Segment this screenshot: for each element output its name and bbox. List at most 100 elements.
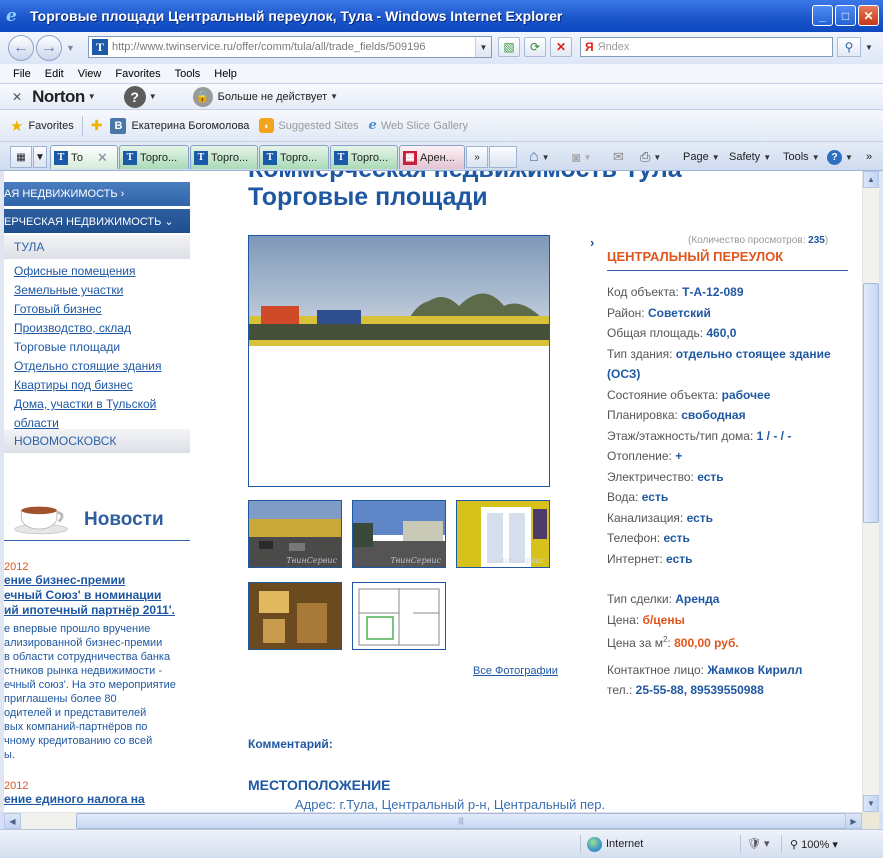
prop-price-m2: Цена за м2: 800,00 руб. xyxy=(607,635,739,650)
sidebar-link-business[interactable]: Готовый бизнес xyxy=(14,300,190,319)
url-text[interactable]: http://www.twinservice.ru/offer/comm/tul… xyxy=(112,41,425,53)
search-button[interactable]: ⚲ xyxy=(837,37,861,57)
sidebar-item-novomoskovsk[interactable]: НОВОМОСКОВСК xyxy=(4,429,190,453)
sidebar-link-houses[interactable]: Дома, участки в Тульской области xyxy=(14,395,190,433)
tab-2[interactable]: T Торго... xyxy=(119,145,189,169)
window-title: Торговые площади Центральный переулок, Т… xyxy=(30,8,563,24)
web-slice-gallery-link[interactable]: Web Slice Gallery xyxy=(381,120,468,132)
all-photos-link[interactable]: Все Фотографии xyxy=(473,665,558,677)
menu-tools[interactable]: Tools xyxy=(175,68,201,80)
security-zone[interactable]: Internet xyxy=(606,838,643,850)
help-dropdown[interactable]: ▼ xyxy=(149,92,157,101)
maximize-button[interactable]: □ xyxy=(835,5,856,26)
horizontal-scroll-thumb[interactable]: ||| xyxy=(76,813,846,829)
photo-thumbnail[interactable]: ТвинСервис xyxy=(456,500,550,568)
news-item: 2012 ение бизнес-премии ечный Союз' в но… xyxy=(4,561,190,762)
address-bar[interactable]: T http://www.twinservice.ru/offer/comm/t… xyxy=(88,36,492,58)
tab-current[interactable]: T То ✕ xyxy=(50,145,118,169)
sidebar-link-offices[interactable]: Офисные помещения xyxy=(14,262,190,281)
home-icon[interactable]: ⌂ ▼ xyxy=(529,146,550,168)
photo-thumbnail[interactable]: ТвинСервис xyxy=(248,500,342,568)
tab-4[interactable]: T Торго... xyxy=(259,145,329,169)
tab-list-dropdown[interactable]: ▼ xyxy=(33,146,47,168)
zoom-level[interactable]: ⚲ 100% ▾ xyxy=(790,838,838,851)
close-button[interactable]: ✕ xyxy=(858,5,879,26)
add-to-favorites-icon[interactable]: ✚ xyxy=(91,117,103,134)
stop-icon[interactable]: ✕ xyxy=(550,37,572,57)
compatibility-view-icon[interactable]: ▧ xyxy=(498,37,520,57)
menu-view[interactable]: View xyxy=(78,68,102,80)
photo-thumbnail[interactable] xyxy=(352,582,446,650)
prop-phone-line: Телефон: есть xyxy=(607,531,690,545)
tab-6[interactable]: ▦ Арен... xyxy=(399,145,465,169)
quick-tabs-icon[interactable]: ▦ xyxy=(10,146,32,168)
menu-file[interactable]: File xyxy=(13,68,31,80)
recent-pages-dropdown[interactable]: ▼ xyxy=(66,43,75,53)
news-headline-link[interactable]: ение единого налога на xyxy=(4,792,190,807)
scroll-right-button[interactable]: ▶ xyxy=(845,813,862,829)
vertical-scroll-thumb[interactable] xyxy=(863,283,879,523)
prop-floor: Этаж/этажность/тип дома: 1 / - / - xyxy=(607,428,792,443)
page-menu[interactable]: Page ▼ xyxy=(683,146,720,168)
address-dropdown[interactable]: ▼ xyxy=(475,37,491,57)
sidebar-item-residential[interactable]: АЯ НЕДВИЖИМОСТЬ › xyxy=(4,182,190,206)
sidebar-item-commercial[interactable]: ЕРЧЕСКАЯ НЕДВИЖИМОСТЬ ⌄ xyxy=(4,209,190,233)
norton-status-dropdown[interactable]: ▼ xyxy=(330,92,338,101)
back-button[interactable]: ← xyxy=(8,35,34,61)
prop-tel: тел.: 25-55-88, 89539550988 xyxy=(607,683,764,697)
close-tab-icon[interactable]: ✕ xyxy=(97,150,108,166)
scroll-down-button[interactable]: ▼ xyxy=(863,795,879,812)
norton-dropdown[interactable]: ▼ xyxy=(88,92,96,101)
prop-internet: Интернет: есть xyxy=(607,551,693,566)
norton-logo[interactable]: Norton xyxy=(32,87,85,107)
sidebar-link-apartments[interactable]: Квартиры под бизнес xyxy=(14,376,190,395)
main-photo[interactable] xyxy=(248,235,550,487)
site-favicon-icon: T xyxy=(54,150,68,165)
photo-thumbnail[interactable] xyxy=(248,582,342,650)
tab-3[interactable]: T Торго... xyxy=(190,145,258,169)
status-bar: Internet 🛡 ▾ ⚲ 100% ▾ xyxy=(0,829,883,858)
scroll-up-button[interactable]: ▲ xyxy=(863,171,879,188)
horizontal-scrollbar[interactable]: ◀ ||| ▶ xyxy=(4,812,862,829)
minimize-button[interactable]: _ xyxy=(812,5,833,26)
favorites-star-icon[interactable]: ★ xyxy=(10,117,23,135)
refresh-icon[interactable]: ⟳ xyxy=(524,37,546,57)
favorite-item-vk[interactable]: Екатерина Богомолова xyxy=(131,120,249,132)
sidebar-item-tula[interactable]: ТУЛА xyxy=(4,235,190,259)
help-icon[interactable]: ? xyxy=(123,85,146,108)
help-menu[interactable]: ? ▼ xyxy=(827,146,853,168)
sidebar-link-retail[interactable]: Торговые площади xyxy=(14,338,190,357)
news-headline-link[interactable]: ение бизнес-премии ечный Союз' в номинац… xyxy=(4,573,190,618)
sidebar-link-buildings[interactable]: Отдельно стоящие здания xyxy=(14,357,190,376)
sidebar-link-land[interactable]: Земельные участки xyxy=(14,281,190,300)
tools-menu[interactable]: Tools ▼ xyxy=(783,146,820,168)
favorites-button[interactable]: Favorites xyxy=(28,120,73,132)
protected-mode-icon[interactable]: 🛡 ▾ xyxy=(747,837,770,850)
scroll-left-button[interactable]: ◀ xyxy=(4,813,21,829)
print-icon[interactable]: ⎙ ▼ xyxy=(640,146,661,168)
vertical-scrollbar[interactable]: ▲ ▼ xyxy=(862,171,879,812)
location-heading: МЕСТОПОЛОЖЕНИЕ xyxy=(248,777,391,793)
norton-status[interactable]: Больше не действует xyxy=(218,91,327,103)
search-options-dropdown[interactable]: ▼ xyxy=(862,37,876,57)
new-tab-button[interactable] xyxy=(489,146,517,168)
tab-5[interactable]: T Торго... xyxy=(330,145,398,169)
more-tabs-button[interactable]: » xyxy=(466,146,488,168)
menu-favorites[interactable]: Favorites xyxy=(115,68,160,80)
internet-zone-icon xyxy=(587,837,602,852)
safety-menu[interactable]: Safety ▼ xyxy=(729,146,771,168)
prop-price: Цена: б/цены xyxy=(607,612,685,627)
search-input[interactable]: Я Яndex xyxy=(580,37,833,57)
site-favicon-icon: T xyxy=(334,150,348,165)
sidebar-link-production[interactable]: Производство, склад xyxy=(14,319,190,338)
close-toolbar-icon[interactable]: ✕ xyxy=(12,90,22,104)
menu-edit[interactable]: Edit xyxy=(45,68,64,80)
news-title: Новости xyxy=(84,509,164,530)
forward-button[interactable]: → xyxy=(36,35,62,61)
photo-thumbnail[interactable]: ТвинСервис xyxy=(352,500,446,568)
feeds-icon[interactable]: ◙ ▼ xyxy=(572,146,591,168)
mail-icon[interactable]: ✉ xyxy=(613,146,624,168)
toolbar-overflow-button[interactable]: » xyxy=(866,146,872,168)
suggested-sites-link[interactable]: Suggested Sites xyxy=(278,120,358,132)
menu-help[interactable]: Help xyxy=(214,68,237,80)
